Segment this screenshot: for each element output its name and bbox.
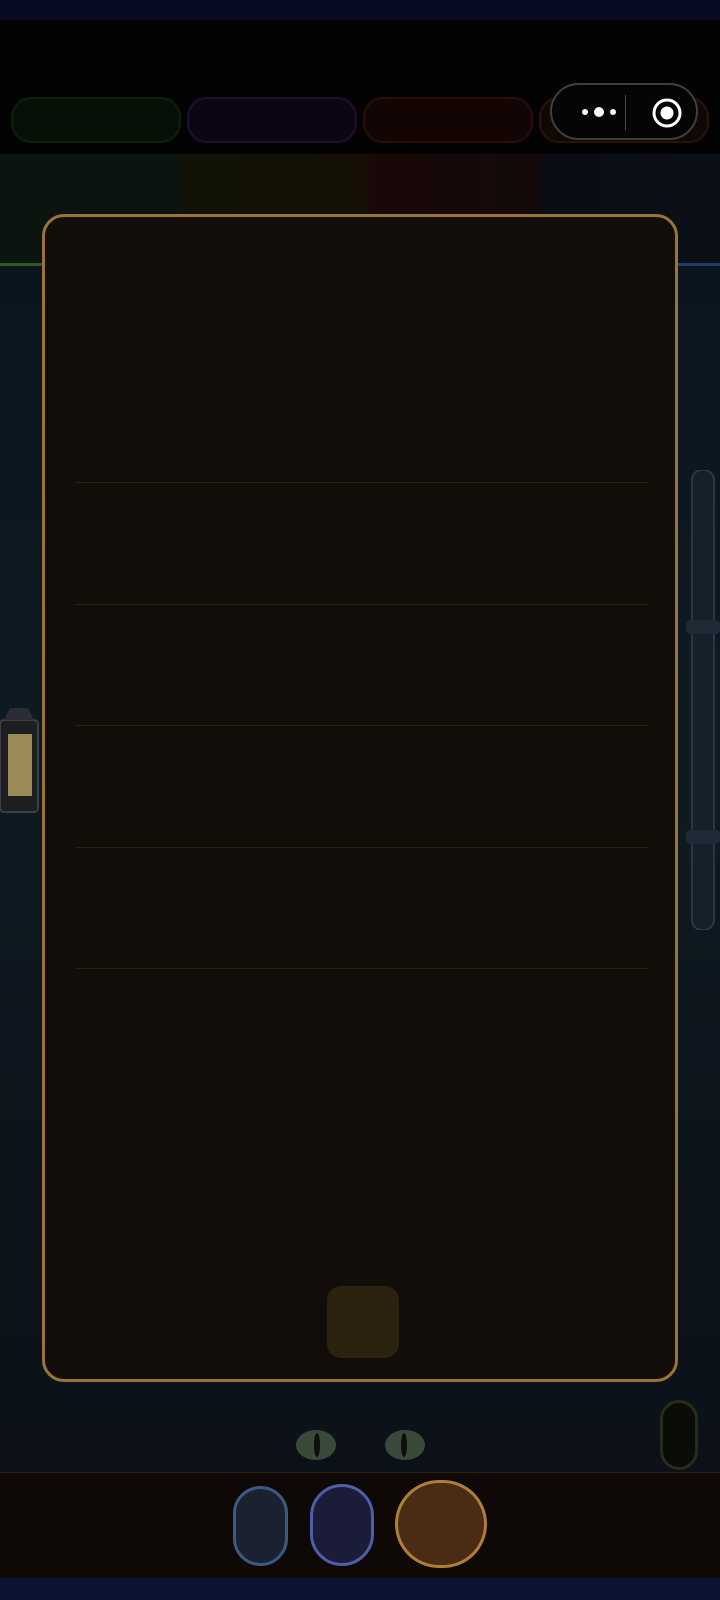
cat-eye-icon — [296, 1430, 336, 1460]
middle-action-button[interactable] — [310, 1484, 374, 1566]
row-divider — [75, 604, 649, 605]
confirm-button[interactable] — [327, 1286, 399, 1358]
modal-panel — [42, 214, 678, 1382]
more-dots-icon[interactable] — [574, 97, 624, 127]
tab-purple[interactable] — [187, 97, 357, 143]
cat-eye-icon — [385, 1430, 425, 1460]
target-circle-icon[interactable] — [650, 96, 684, 130]
miniprogram-capsule — [550, 83, 698, 140]
row-divider — [75, 482, 649, 483]
left-action-button[interactable] — [233, 1486, 288, 1566]
tab-red[interactable] — [363, 97, 533, 143]
tab-green[interactable] — [11, 97, 181, 143]
row-divider — [75, 725, 649, 726]
green-accent-line — [0, 263, 44, 266]
blue-accent-line — [676, 263, 720, 266]
lantern-icon — [0, 708, 39, 813]
row-divider — [75, 968, 649, 969]
home-indicator-strip — [0, 1578, 720, 1600]
row-divider — [75, 847, 649, 848]
status-bar — [0, 0, 720, 20]
pipe-icon — [686, 470, 720, 930]
main-action-button[interactable] — [395, 1480, 487, 1568]
capsule-divider — [625, 95, 626, 130]
side-toggle-button[interactable] — [660, 1400, 698, 1470]
